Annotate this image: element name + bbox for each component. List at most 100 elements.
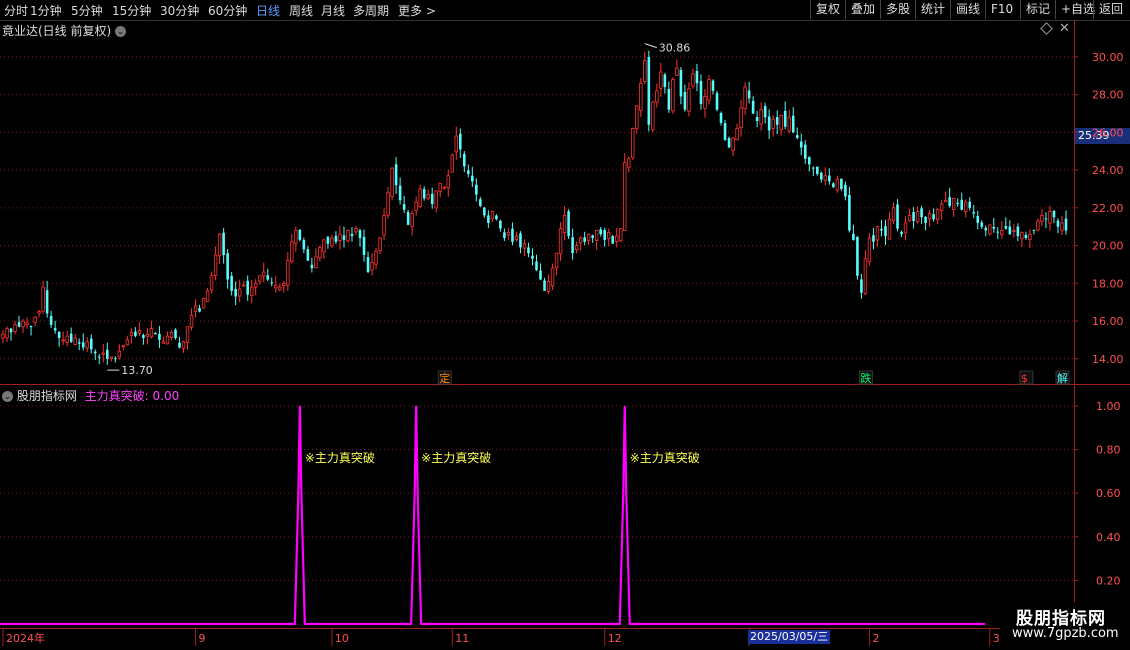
candle-body-162 [651,101,655,130]
candle-body-20 [81,342,85,348]
candle-body-178 [715,93,719,110]
candle-body-54 [217,233,222,257]
candle-body-183 [735,128,739,141]
candle-body-155 [623,162,627,231]
candle-body-7 [29,325,33,327]
candle-body-79 [318,247,322,259]
candle-body-204 [820,172,823,180]
candle-body-209 [840,178,843,189]
candle-body-265 [1064,218,1068,231]
x-tick-label-6: 2 [872,632,879,645]
candle-body-134 [539,270,542,280]
candle-body-123 [495,215,498,220]
candle-body-211 [848,195,851,231]
candle-body-172 [691,73,695,87]
candle-body-49 [198,308,201,312]
event-marker-2: $ [1021,372,1028,385]
candle-body-70 [282,282,286,286]
candle-body-115 [463,153,466,167]
candle-body-261 [1048,211,1052,224]
candle-body-157 [631,128,635,159]
candle-body-25 [101,352,105,355]
signal-label-2: ※主力真突破 [630,450,700,465]
candle-body-98 [394,164,398,186]
y-tick-label-6: 18.00 [1092,277,1124,290]
candle-body-112 [450,154,454,173]
candle-body-29 [117,350,122,358]
candle-body-128 [514,235,519,240]
candle-body-132 [531,255,534,259]
candle-body-56 [226,253,229,280]
candle-body-72 [290,241,294,263]
candle-body-177 [711,80,715,91]
candle-body-46 [185,326,190,344]
candle-body-82 [330,237,334,247]
candle-body-61 [246,280,249,295]
candle-body-80 [322,239,326,253]
candle-body-13 [53,328,57,331]
candle-body-120 [483,207,486,216]
candle-body-192 [771,118,775,129]
candle-body-146 [586,233,591,241]
candle-body-238 [956,202,959,205]
candle-body-246 [988,224,992,235]
candle-body-110 [442,186,446,189]
candle-body-92 [370,262,374,271]
candle-body-14 [57,331,61,339]
candle-body-191 [767,116,771,131]
candle-body-57 [230,275,233,291]
candle-body-66 [266,275,270,280]
event-marker-1: 跌 [860,371,871,385]
candle-body-125 [503,232,506,239]
candle-body-133 [535,261,538,271]
x-tick-label-2: 10 [335,632,349,645]
y-tick-label-3: 24.00 [1092,164,1124,177]
candle-body-104 [418,188,422,207]
candle-body-65 [262,271,266,277]
candle-body-26 [105,349,109,359]
candle-body-122 [490,211,495,220]
candle-body-151 [607,231,611,240]
candle-body-144 [578,237,583,244]
candle-body-196 [787,116,791,132]
candle-body-187 [751,100,755,114]
candle-body-253 [1016,226,1020,237]
candle-body-147 [591,235,594,239]
watermark: 股朋指标网 www.7gpzb.com [1000,602,1130,648]
candle-body-184 [739,107,743,129]
candle-body-23 [93,351,97,354]
candle-body-194 [779,114,783,130]
candle-body-136 [546,281,551,292]
candle-body-105 [422,189,426,199]
candle-body-198 [795,135,799,139]
candle-body-137 [550,267,555,287]
candle-body-60 [241,284,246,287]
candle-body-259 [1040,214,1044,222]
candle-body-126 [506,231,511,236]
candle-body-27 [109,356,114,359]
candle-body-193 [775,117,779,125]
chart-canvas[interactable]: 30.00 28.00 26.00 24.00 22.00 20.00 18.00 16.00… [0,0,1130,650]
candle-body-62 [250,286,254,297]
signal-label-1: ※主力真突破 [421,450,491,465]
candle-body-159 [639,82,643,111]
candle-body-234 [939,203,944,211]
candle-body-190 [763,106,767,118]
candle-body-76 [306,249,310,261]
candle-body-28 [114,358,117,360]
candle-body-263 [1056,220,1060,227]
candle-body-212 [852,233,855,240]
candle-body-226 [907,214,912,222]
y-tick-label-0: 30.00 [1092,51,1124,64]
chevron-down-icon[interactable]: ⌄ [2,391,13,402]
candle-body-160 [643,60,647,82]
candle-body-170 [683,91,687,110]
x-tick-label-1: 9 [199,632,206,645]
candle-body-219 [880,228,883,231]
candle-body-156 [627,158,631,168]
watermark-url: www.7gpzb.com [1012,626,1119,641]
candle-body-247 [992,226,996,229]
candle-body-2 [9,328,13,333]
candle-body-107 [430,193,434,205]
candle-body-90 [362,236,366,256]
